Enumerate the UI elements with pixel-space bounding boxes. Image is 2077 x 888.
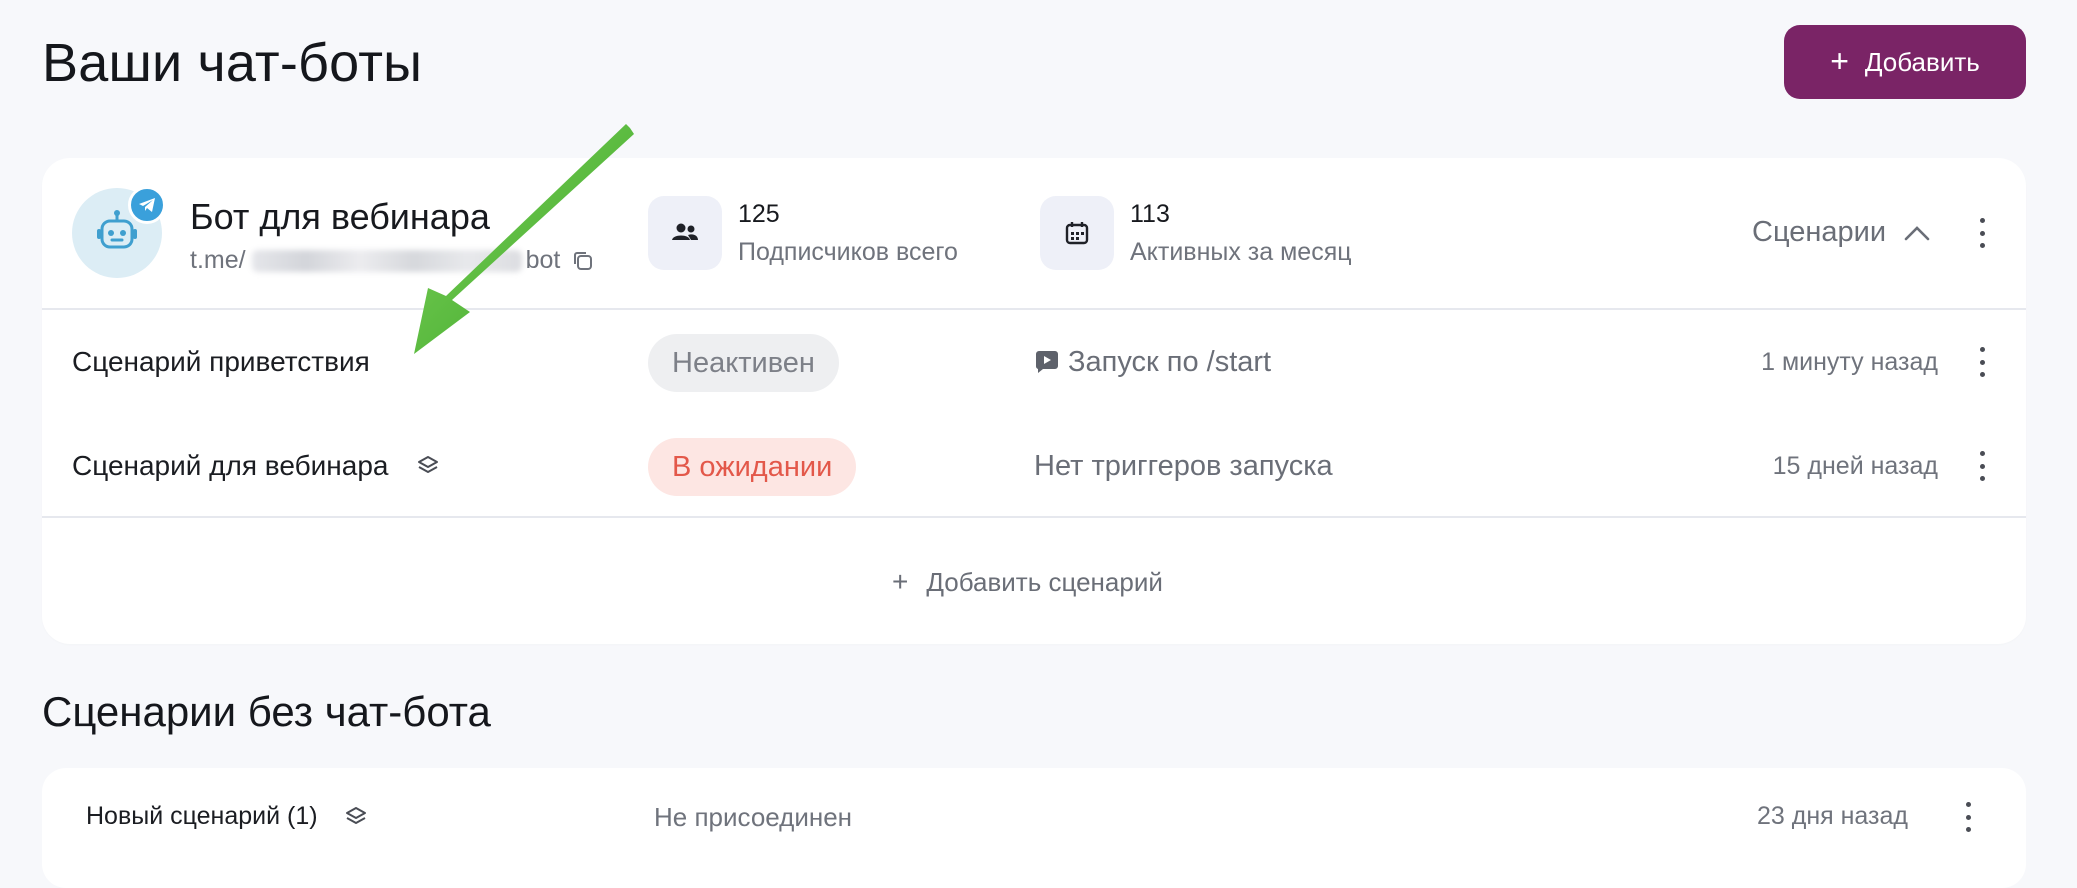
status-badge: В ожидании bbox=[648, 438, 857, 496]
scenario-name[interactable]: Сценарий приветствия bbox=[72, 346, 370, 378]
bot-card: Бот для вебинара t.me/ bot 125 Подписчик… bbox=[42, 158, 2026, 644]
active-label: Активных за месяц bbox=[1130, 238, 1352, 266]
section-title: Сценарии без чат-бота bbox=[42, 688, 491, 735]
scenario-name-text: Сценарий для вебинара bbox=[72, 450, 389, 481]
unattached-card: Новый сценарий (1) Не присоединен 23 дня… bbox=[42, 768, 2026, 888]
scenario-name-text: Сценарий приветствия bbox=[72, 346, 370, 377]
scenario-menu-kebab-icon[interactable] bbox=[1972, 347, 1992, 377]
plus-icon: + bbox=[1830, 42, 1849, 79]
scenario-row[interactable]: Сценарий приветствия Неактивен Запуск по… bbox=[42, 310, 2026, 414]
telegram-icon bbox=[128, 186, 166, 224]
bot-link-suffix: bot bbox=[525, 246, 561, 274]
scenario-time: 23 дня назад bbox=[1756, 802, 1908, 830]
scenario-trigger-text: Запуск по /start bbox=[1068, 346, 1272, 378]
subscribers-label: Подписчиков всего bbox=[738, 238, 958, 266]
scenario-name[interactable]: Новый сценарий (1) bbox=[86, 802, 368, 831]
scenarios-toggle[interactable]: Сценарии bbox=[1752, 216, 1930, 249]
page-title: Ваши чат-боты bbox=[42, 33, 423, 93]
calendar-icon bbox=[1040, 196, 1114, 270]
bot-menu-kebab-icon[interactable] bbox=[1972, 218, 1992, 248]
add-scenario-label: Добавить сценарий bbox=[926, 566, 1163, 597]
scenario-row[interactable]: Сценарий для вебинара В ожидании Нет три… bbox=[42, 414, 2026, 518]
bot-link-prefix: t.me/ bbox=[190, 246, 246, 274]
add-scenario-area: + Добавить сценарий bbox=[42, 516, 2026, 646]
add-scenario-button[interactable]: + Добавить сценарий bbox=[892, 566, 1163, 598]
add-bot-button-label: Добавить bbox=[1864, 46, 1980, 77]
scenario-trigger: Нет триггеров запуска bbox=[1034, 450, 1333, 482]
bot-name: Бот для вебинара bbox=[190, 196, 490, 237]
add-bot-button[interactable]: + Добавить bbox=[1784, 25, 2026, 99]
chevron-up-icon bbox=[1904, 225, 1930, 240]
scenario-name-text: Новый сценарий (1) bbox=[86, 802, 318, 830]
scenario-status: Не присоединен bbox=[654, 802, 853, 832]
play-icon bbox=[1035, 350, 1058, 373]
bot-link-redacted bbox=[251, 249, 522, 272]
scenario-menu-kebab-icon[interactable] bbox=[1958, 802, 1978, 832]
subscribers-count: 125 bbox=[738, 200, 780, 228]
scenarios-toggle-label: Сценарии bbox=[1752, 216, 1887, 248]
plus-icon: + bbox=[892, 566, 909, 597]
layers-icon bbox=[345, 806, 366, 824]
copy-icon[interactable] bbox=[572, 250, 594, 272]
status-badge: Неактивен bbox=[648, 334, 839, 392]
active-count: 113 bbox=[1130, 200, 1170, 228]
bot-header: Бот для вебинара t.me/ bot 125 Подписчик… bbox=[42, 158, 2026, 310]
scenario-time: 1 минуту назад bbox=[1761, 348, 1938, 376]
scenario-trigger: Запуск по /start bbox=[1034, 346, 1271, 379]
bot-link[interactable]: t.me/ bot bbox=[190, 246, 594, 275]
users-icon bbox=[648, 196, 722, 270]
scenario-name[interactable]: Сценарий для вебинара bbox=[72, 450, 440, 482]
scenario-menu-kebab-icon[interactable] bbox=[1972, 451, 1992, 481]
layers-icon bbox=[418, 456, 439, 473]
scenario-time: 15 дней назад bbox=[1772, 452, 1938, 480]
